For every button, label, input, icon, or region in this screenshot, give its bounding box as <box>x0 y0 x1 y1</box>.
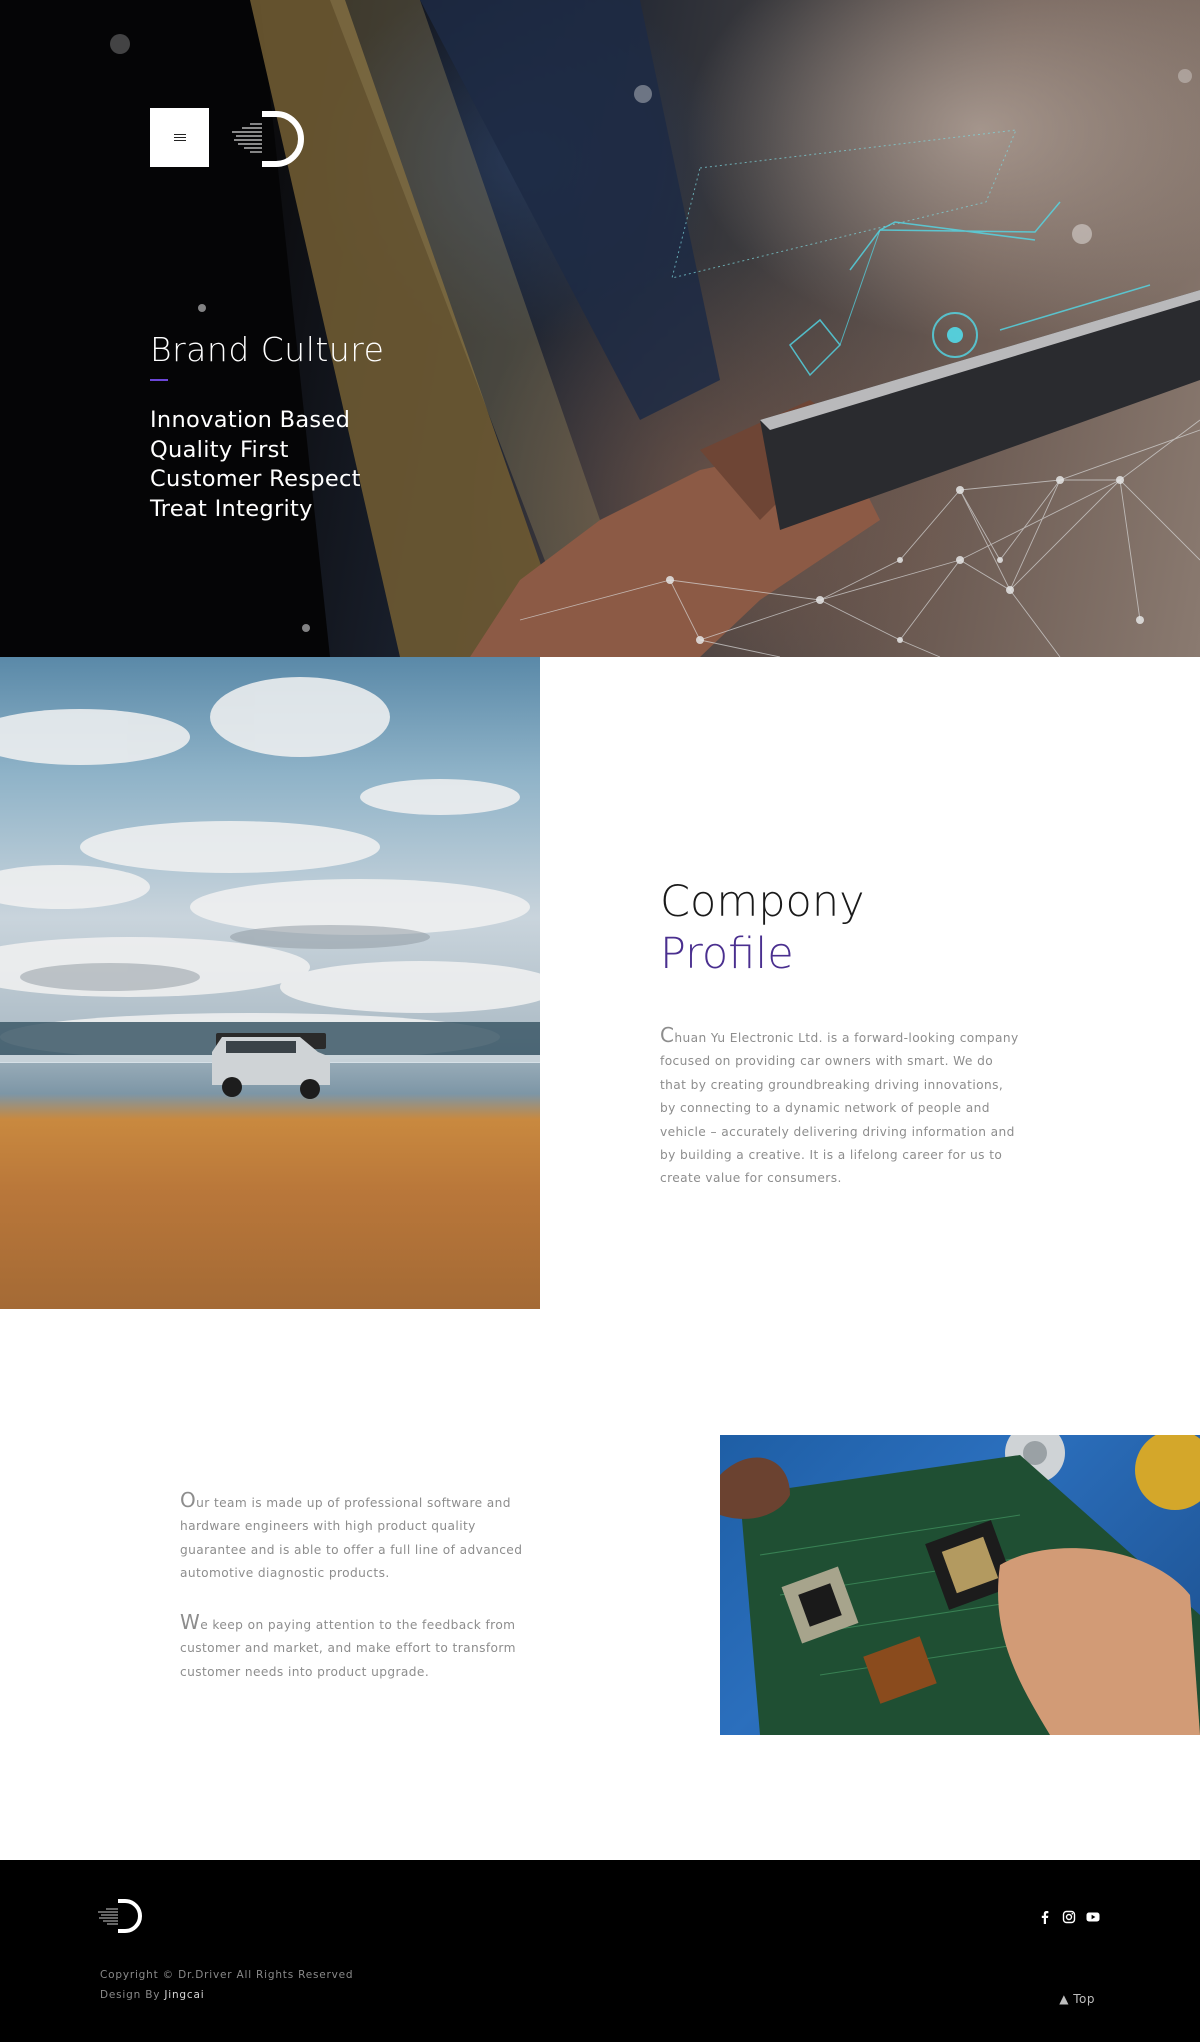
instagram-icon[interactable] <box>1062 1909 1076 1924</box>
social-links <box>1038 1909 1100 1924</box>
drop-cap: O <box>180 1488 197 1512</box>
hamburger-icon <box>173 133 186 142</box>
top-label: Top <box>1073 1992 1095 2006</box>
team-paragraph-2: We keep on paying attention to the feedb… <box>180 1610 540 1684</box>
profile-title-line1: Compony <box>660 877 865 927</box>
paragraph-text: huan Yu Electronic Ltd. is a forward-loo… <box>660 1031 1019 1186</box>
drop-cap: W <box>180 1610 201 1634</box>
brand-value-item: Quality First <box>150 436 289 463</box>
designer-link[interactable]: Jingcai <box>164 1989 204 2001</box>
circuit-board-image <box>720 1435 1200 1735</box>
back-to-top-link[interactable]: ▲ Top <box>1059 1992 1095 2006</box>
copyright-block: Copyright © Dr.Driver All Rights Reserve… <box>100 1965 353 2005</box>
hero-background-image <box>0 0 1200 657</box>
profile-title: Compony Profile <box>660 876 865 980</box>
dr-driver-logo[interactable] <box>232 110 304 168</box>
footer: Copyright © Dr.Driver All Rights Reserve… <box>0 1860 1200 2042</box>
footer-logo[interactable] <box>98 1898 144 1934</box>
profile-title-line2: Profile <box>660 929 794 979</box>
facebook-icon[interactable] <box>1038 1909 1052 1924</box>
hero-title: Brand Culture <box>150 330 385 369</box>
brand-value-item: Innovation Based <box>150 407 351 433</box>
title-accent-line <box>150 379 168 381</box>
beach-car-image <box>0 657 540 1309</box>
hero-section: Brand Culture Innovation Based Quality F… <box>0 0 1200 657</box>
suv <box>212 1033 330 1099</box>
brand-value-item: Customer Respect <box>150 466 361 492</box>
design-credit: Design By Jingcai <box>100 1985 353 2005</box>
paragraph-text: e keep on paying attention to the feedba… <box>180 1618 516 1679</box>
menu-button[interactable] <box>150 108 209 167</box>
design-by-label: Design By <box>100 1989 161 2001</box>
paragraph-text: ur team is made up of professional softw… <box>180 1496 523 1581</box>
team-paragraph-1: Our team is made up of professional soft… <box>180 1488 540 1586</box>
brand-value-item: Treat Integrity <box>150 495 313 522</box>
profile-paragraph: Chuan Yu Electronic Ltd. is a forward-lo… <box>660 1023 1020 1191</box>
copyright-text: Copyright © Dr.Driver All Rights Reserve… <box>100 1969 354 1981</box>
drop-cap: C <box>660 1023 675 1047</box>
youtube-icon[interactable] <box>1086 1909 1100 1923</box>
caret-up-icon: ▲ <box>1059 1992 1069 2006</box>
brand-values-list: Innovation Based Quality First Customer … <box>150 406 361 524</box>
